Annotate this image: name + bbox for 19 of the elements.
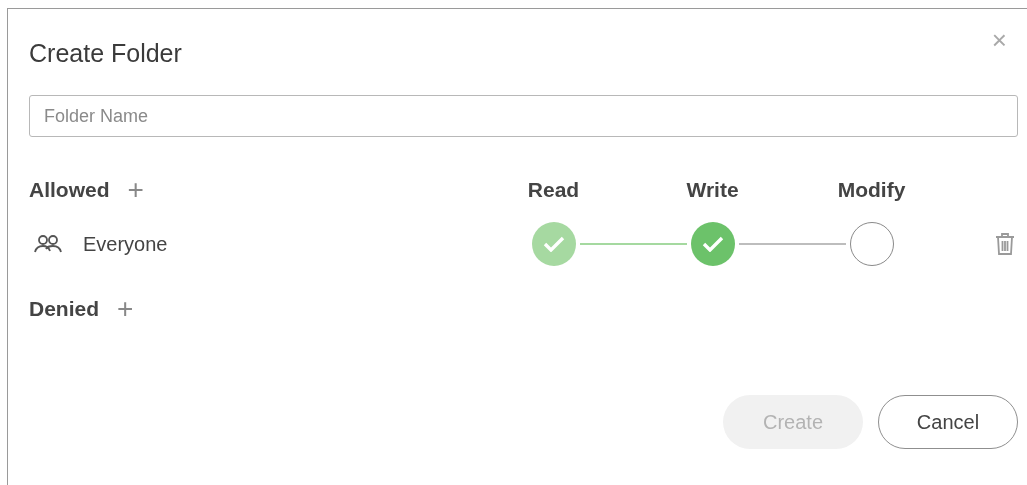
- permission-toggle[interactable]: [849, 222, 894, 266]
- column-header: Read: [527, 177, 580, 204]
- trash-icon[interactable]: [995, 232, 1015, 256]
- add-button[interactable]: +: [127, 176, 144, 204]
- section-label: Allowed: [29, 177, 110, 204]
- permission-toggle[interactable]: [690, 222, 735, 266]
- permission-toggle[interactable]: [531, 222, 576, 266]
- entry-name: Everyone: [83, 232, 168, 257]
- dialog-title: Create Folder: [29, 38, 182, 69]
- column-header: Modify: [837, 177, 906, 204]
- section-label: Denied: [29, 296, 99, 322]
- group-icon: [33, 234, 63, 254]
- checkmark-icon: [701, 236, 724, 252]
- add-button[interactable]: +: [117, 294, 134, 323]
- cancel-button[interactable]: Cancel: [878, 394, 1018, 449]
- checkmark-icon: [542, 236, 565, 252]
- close-button[interactable]: ×: [991, 27, 1007, 53]
- column-header: Write: [686, 177, 739, 204]
- folder-name-field[interactable]: Folder Name: [29, 95, 1018, 137]
